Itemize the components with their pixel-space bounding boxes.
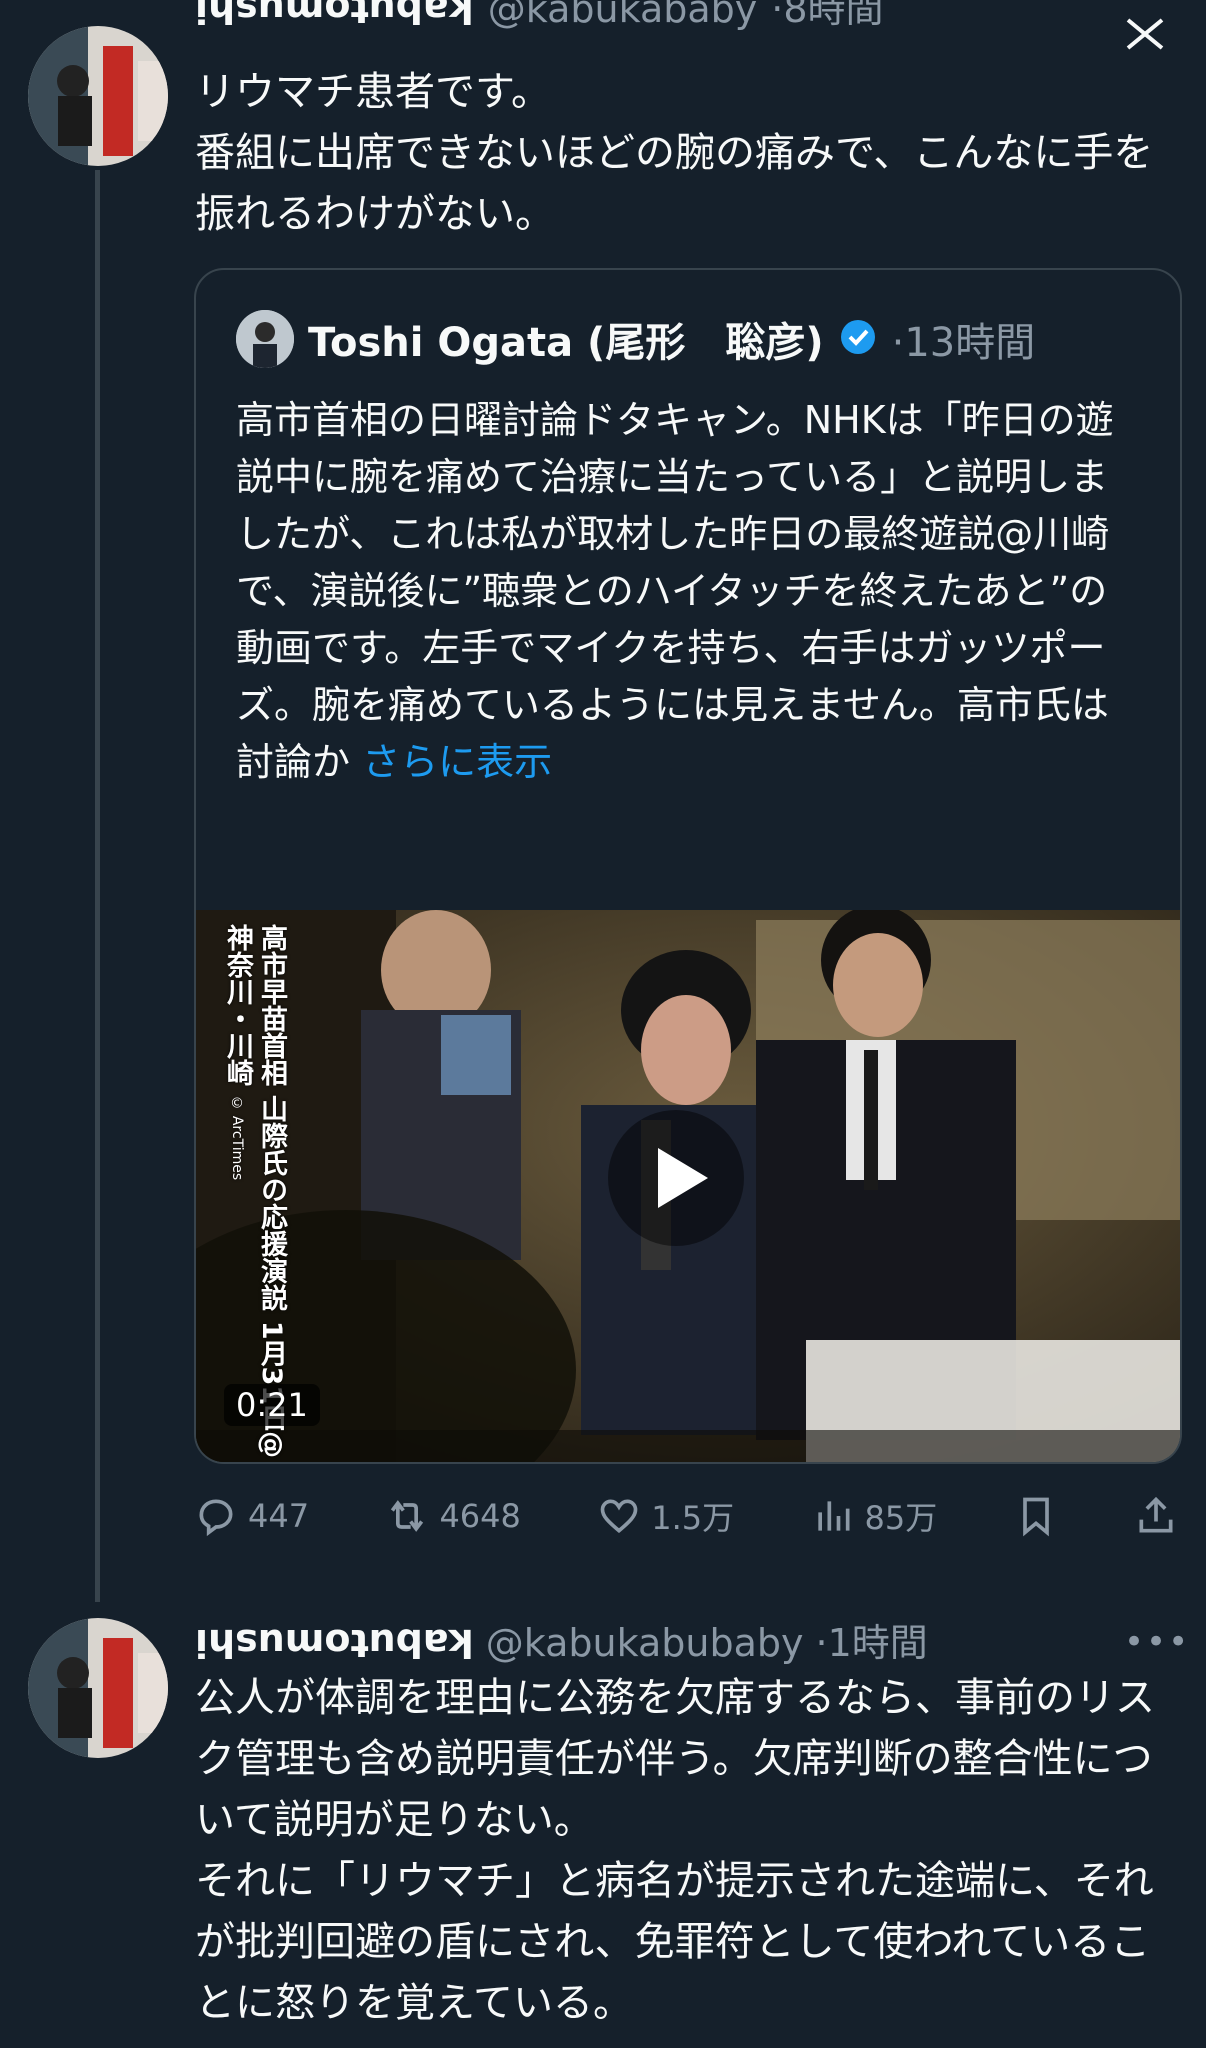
action-bar: 447 4648 1.5万 85万 xyxy=(194,1488,1178,1544)
reply-button[interactable]: 447 xyxy=(194,1494,309,1538)
avatar-image xyxy=(28,26,168,166)
play-icon xyxy=(658,1148,708,1208)
second-post-header: kabutomushi @kabukabubaby ·1時間 xyxy=(195,1612,928,1667)
share-icon xyxy=(1139,1496,1173,1533)
quote-time[interactable]: ·13時間 xyxy=(892,310,1036,368)
quote-text: 高市首相の日曜討論ドタキャン。NHKは「昨日の遊説中に腕を痛めて治療に当たってい… xyxy=(236,392,1136,791)
views-button[interactable]: 85万 xyxy=(811,1493,938,1539)
more-options-icon[interactable]: ••• xyxy=(1124,1622,1190,1662)
second-display-name[interactable]: kabutomushi xyxy=(195,1621,474,1665)
avatar[interactable] xyxy=(28,26,168,166)
verified-badge-icon xyxy=(838,317,878,361)
bookmark-button[interactable] xyxy=(1014,1494,1058,1538)
share-button[interactable] xyxy=(1134,1494,1178,1538)
second-avatar-image xyxy=(28,1618,168,1758)
like-count: 1.5万 xyxy=(651,1499,735,1537)
bookmark-icon xyxy=(1022,1497,1049,1537)
post-text: リウマチ患者です。 番組に出席できないほどの腕の痛みで、こんなに手を振れるわけが… xyxy=(195,69,1154,237)
video-player[interactable]: 高市早苗首相 山際氏の応援演説 1月31日@神奈川・川崎 © ArcTimes … xyxy=(196,910,1180,1462)
repost-icon xyxy=(391,1500,424,1532)
handle[interactable]: @kabukababy xyxy=(488,0,757,31)
quote-card[interactable]: Toshi Ogata (尾形 聡彦) ·13時間 高市首相の日曜討論ドタキャン… xyxy=(194,268,1182,1464)
video-caption-title: 高市早苗首相 山際氏の応援演説 xyxy=(256,924,287,1312)
thread-line xyxy=(95,170,100,1602)
views-chart-icon xyxy=(817,1501,849,1531)
video-duration: 0:21 xyxy=(224,1384,320,1426)
heart-icon xyxy=(600,1499,638,1534)
repost-button[interactable]: 4648 xyxy=(385,1494,521,1538)
show-more-link[interactable]: さらに表示 xyxy=(362,740,552,784)
post-header: kabutomushi @kabukababy ·8時間 xyxy=(195,0,884,33)
display-name[interactable]: kabutomushi xyxy=(195,0,474,31)
views-count: 85万 xyxy=(864,1499,938,1537)
second-post-text: 公人が体調を理由に公務を欠席するなら、事前のリスク管理も含め説明責任が伴う。欠席… xyxy=(195,1675,1155,2026)
video-watermark: © ArcTimes xyxy=(229,1095,245,1181)
second-avatar[interactable] xyxy=(28,1618,168,1758)
play-button[interactable] xyxy=(608,1110,744,1246)
reply-icon xyxy=(199,1499,233,1537)
video-caption: 高市早苗首相 山際氏の応援演説 1月31日@神奈川・川崎 © ArcTimes xyxy=(220,924,288,1462)
reply-count: 447 xyxy=(248,1497,310,1535)
quote-header: Toshi Ogata (尾形 聡彦) ·13時間 xyxy=(236,310,1035,368)
repost-count: 4648 xyxy=(439,1497,521,1535)
quote-avatar[interactable] xyxy=(236,310,294,368)
like-button[interactable]: 1.5万 xyxy=(597,1493,734,1539)
quote-body: 高市首相の日曜討論ドタキャン。NHKは「昨日の遊説中に腕を痛めて治療に当たってい… xyxy=(236,398,1114,784)
timestamp[interactable]: ·8時間 xyxy=(771,0,883,33)
second-timestamp[interactable]: ·1時間 xyxy=(815,1612,927,1667)
quote-author[interactable]: Toshi Ogata (尾形 聡彦) xyxy=(308,310,824,368)
close-icon[interactable] xyxy=(1120,14,1170,58)
second-handle[interactable]: @kabukabubaby xyxy=(486,1621,804,1665)
